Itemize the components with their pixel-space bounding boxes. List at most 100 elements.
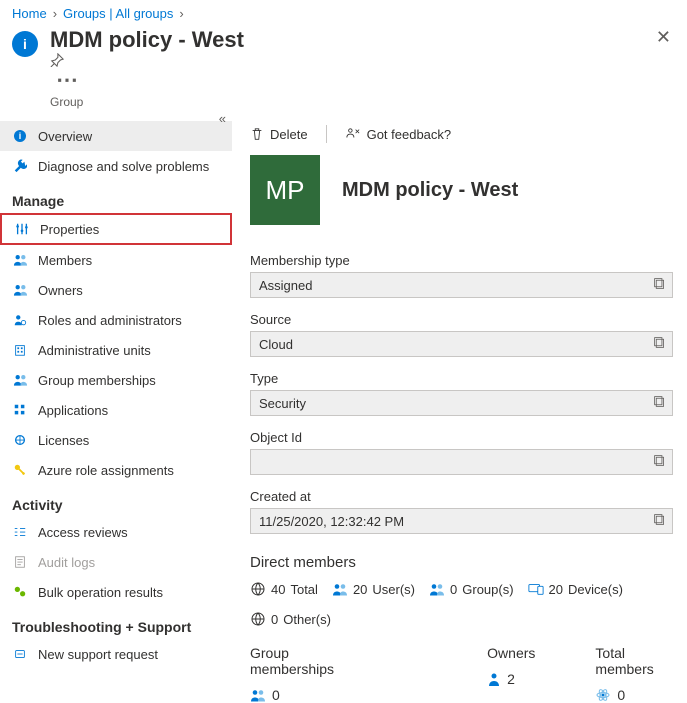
chevron-right-icon: › <box>53 6 57 21</box>
sidebar-item-label: Access reviews <box>38 525 128 540</box>
copy-icon[interactable] <box>653 336 666 349</box>
sidebar-item-label: Properties <box>40 222 99 237</box>
atom-icon <box>595 687 611 703</box>
sidebar-item-label: Roles and administrators <box>38 313 182 328</box>
sidebar-item-members[interactable]: Members <box>0 245 232 275</box>
field-label-object-id: Object Id <box>250 430 673 445</box>
licenses-icon <box>12 433 28 447</box>
globe-icon <box>250 611 266 627</box>
stat-total: 40Total <box>250 581 318 597</box>
copy-icon[interactable] <box>653 454 666 467</box>
sidebar-item-label: New support request <box>38 647 158 662</box>
field-type: Security <box>250 390 673 416</box>
sidebar-item-bulk-results[interactable]: Bulk operation results <box>0 577 232 607</box>
toolbar: Delete Got feedback? <box>250 117 673 155</box>
sidebar-item-support[interactable]: New support request <box>0 639 232 669</box>
sidebar-item-admin-units[interactable]: Administrative units <box>0 335 232 365</box>
sidebar-item-label: Bulk operation results <box>38 585 163 600</box>
field-label-created-at: Created at <box>250 489 673 504</box>
sidebar-item-label: Administrative units <box>38 343 151 358</box>
delete-button[interactable]: Delete <box>250 127 308 142</box>
group-icon <box>429 582 445 597</box>
trash-icon <box>250 127 264 141</box>
owners-icon <box>12 283 28 297</box>
person-icon <box>487 672 501 687</box>
field-source: Cloud <box>250 331 673 357</box>
sidebar-section-activity: Activity <box>0 485 232 517</box>
sidebar-item-roles[interactable]: Roles and administrators <box>0 305 232 335</box>
field-membership-type: Assigned <box>250 272 673 298</box>
sidebar-item-overview[interactable]: i Overview <box>0 121 232 151</box>
direct-members-title: Direct members <box>250 554 673 571</box>
chevron-right-icon: › <box>179 6 183 21</box>
copy-icon[interactable] <box>653 513 666 526</box>
stat-others: 0Other(s) <box>250 611 331 627</box>
sidebar-item-label: Owners <box>38 283 83 298</box>
sidebar-section-manage: Manage <box>0 181 232 213</box>
page-header: i MDM policy - West ⋯ Group ✕ <box>0 21 687 117</box>
support-icon <box>12 647 28 661</box>
bulk-icon <box>12 585 28 599</box>
building-icon <box>12 343 28 357</box>
copy-icon[interactable] <box>653 395 666 408</box>
sidebar-item-licenses[interactable]: Licenses <box>0 425 232 455</box>
breadcrumb: Home › Groups | All groups › <box>0 0 687 21</box>
sidebar-item-azure-role[interactable]: Azure role assignments <box>0 455 232 485</box>
sidebar-item-group-memberships[interactable]: Group memberships <box>0 365 232 395</box>
sidebar: « i Overview Diagnose and solve problems… <box>0 117 232 703</box>
field-label-membership-type: Membership type <box>250 253 673 268</box>
sidebar-item-label: Diagnose and solve problems <box>38 159 209 174</box>
field-label-source: Source <box>250 312 673 327</box>
log-icon <box>12 555 28 569</box>
wrench-icon <box>12 159 28 173</box>
collapse-sidebar-icon[interactable]: « <box>219 111 226 126</box>
people-icon <box>12 253 28 267</box>
feedback-icon <box>345 127 361 141</box>
sidebar-item-label: Group memberships <box>38 373 156 388</box>
sidebar-item-diagnose[interactable]: Diagnose and solve problems <box>0 151 232 181</box>
breadcrumb-groups[interactable]: Groups | All groups <box>63 6 173 21</box>
sidebar-item-label: Overview <box>38 129 92 144</box>
more-icon[interactable]: ⋯ <box>56 67 78 92</box>
page-title: MDM policy - West ⋯ <box>50 27 250 93</box>
sliders-icon <box>14 222 30 236</box>
direct-members-stats: 40Total 20User(s) 0Group(s) 20Device(s) <box>250 581 673 627</box>
summary-total-members: Total members 0 <box>595 645 673 703</box>
stat-devices: 20Device(s) <box>528 582 623 597</box>
pin-icon[interactable] <box>50 53 250 67</box>
sidebar-item-properties[interactable]: Properties <box>0 213 232 245</box>
sidebar-item-label: Audit logs <box>38 555 95 570</box>
field-label-type: Type <box>250 371 673 386</box>
hero: MP MDM policy - West <box>250 155 673 225</box>
globe-icon <box>250 581 266 597</box>
key-icon <box>12 463 28 477</box>
info-icon: i <box>12 129 28 143</box>
toolbar-separator <box>326 125 327 143</box>
stat-users: 20User(s) <box>332 582 415 597</box>
summary-group-memberships: Group memberships 0 <box>250 645 357 703</box>
copy-icon[interactable] <box>653 277 666 290</box>
sidebar-item-owners[interactable]: Owners <box>0 275 232 305</box>
user-icon <box>332 582 348 597</box>
sidebar-item-applications[interactable]: Applications <box>0 395 232 425</box>
stat-groups: 0Group(s) <box>429 582 514 597</box>
feedback-button[interactable]: Got feedback? <box>345 127 452 142</box>
sidebar-item-label: Applications <box>38 403 108 418</box>
apps-icon <box>12 403 28 417</box>
people-icon <box>12 373 28 387</box>
close-icon[interactable]: ✕ <box>656 27 671 48</box>
sidebar-item-access-reviews[interactable]: Access reviews <box>0 517 232 547</box>
svg-text:i: i <box>19 131 22 141</box>
page-subtitle: Group <box>50 95 250 109</box>
group-title: MDM policy - West <box>342 179 518 202</box>
summary-owners: Owners 2 <box>487 645 535 703</box>
field-created-at: 11/25/2020, 12:32:42 PM <box>250 508 673 534</box>
field-object-id <box>250 449 673 475</box>
people-icon <box>250 688 266 703</box>
sidebar-item-audit-logs[interactable]: Audit logs <box>0 547 232 577</box>
sidebar-section-troubleshooting: Troubleshooting + Support <box>0 607 232 639</box>
content-pane: Delete Got feedback? MP MDM policy - Wes… <box>232 117 687 703</box>
breadcrumb-home[interactable]: Home <box>12 6 47 21</box>
person-gear-icon <box>12 313 28 327</box>
device-icon <box>528 582 544 596</box>
